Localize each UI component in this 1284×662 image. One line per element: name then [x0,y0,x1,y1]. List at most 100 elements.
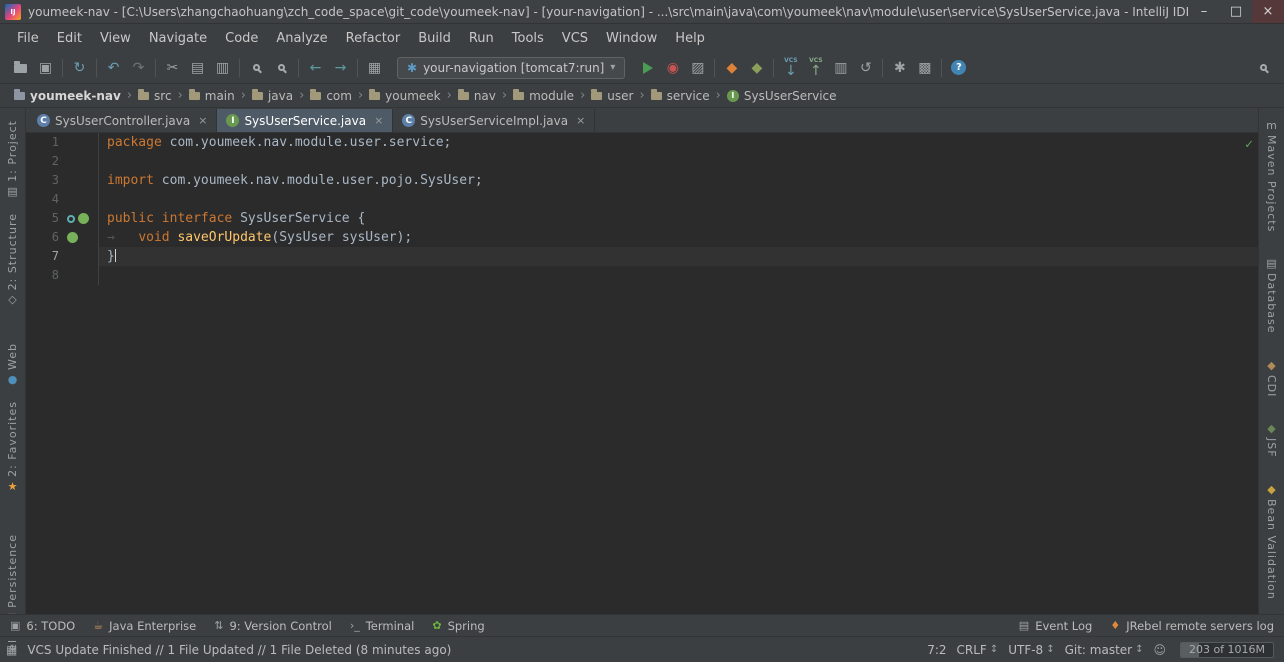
line-separator-widget[interactable]: CRLF↕ [953,643,1003,657]
implemented-method-marker-icon[interactable] [67,232,78,243]
window-title: youmeek-nav - [C:\Users\zhangchaohuang\z… [28,5,1188,19]
caret-position-widget[interactable]: 7:2 [923,643,950,657]
menu-item-analyze[interactable]: Analyze [267,27,336,50]
toolwindow-button-jrebel-remote-servers-log[interactable]: ♦JRebel remote servers log [1110,619,1274,633]
undo-icon[interactable]: ↶ [101,56,126,80]
breadcrumb-item-youmeek-nav[interactable]: youmeek-nav [10,88,125,104]
breadcrumb-item-com[interactable]: com [306,88,356,104]
menu-item-window[interactable]: Window [597,27,666,50]
text-caret [115,249,116,262]
toolwindow-button-java-enterprise[interactable]: ☕Java Enterprise [93,619,196,633]
paste-icon[interactable]: ▥ [210,56,235,80]
implemented-marker-icon[interactable] [67,215,75,223]
navigate-back-icon[interactable]: ← [303,56,328,80]
run-configuration-combo[interactable]: ✱ your-navigation [tomcat7:run] ▾ [397,57,625,79]
menu-item-help[interactable]: Help [666,27,714,50]
menu-item-run[interactable]: Run [460,27,503,50]
navigate-forward-icon[interactable]: → [328,56,353,80]
menu-item-edit[interactable]: Edit [48,27,91,50]
menu-item-view[interactable]: View [91,27,140,50]
memory-indicator[interactable]: 203 of 1016M [1180,642,1274,658]
tool-button-jsf[interactable]: ◆JSF [1265,415,1278,466]
toolwindow-button-9-version-control[interactable]: ⇅9: Version Control [214,619,332,633]
menu-item-navigate[interactable]: Navigate [140,27,216,50]
toolwindow-button-terminal[interactable]: ›_Terminal [350,619,415,633]
menu-item-build[interactable]: Build [409,27,460,50]
bean-marker-icon[interactable] [78,213,89,224]
breadcrumb-item-youmeek[interactable]: youmeek [365,88,444,104]
search-everywhere-icon[interactable] [1251,56,1276,80]
synchronize-icon[interactable]: ↻ [67,56,92,80]
run-with-coverage-icon[interactable]: ▨ [685,56,710,80]
menu-item-refactor[interactable]: Refactor [337,27,410,50]
tool-button-maven-projects[interactable]: mMaven Projects [1265,112,1278,240]
rollback-icon[interactable]: ↺ [853,56,878,80]
menu-item-code[interactable]: Code [216,27,267,50]
maximize-button[interactable]: □ [1220,0,1252,23]
folder-icon [369,92,380,100]
menu-item-file[interactable]: File [8,27,48,50]
toolwindow-button-6-todo[interactable]: ▣6: TODO [10,619,75,633]
recent-files-icon[interactable]: ▦ [362,56,387,80]
save-all-icon[interactable]: ▣ [33,56,58,80]
git-branch-widget[interactable]: Git: master↕ [1061,643,1148,657]
breadcrumb: youmeek-nav›src›main›java›com›youmeek›na… [0,84,1284,108]
breadcrumb-item-java[interactable]: java [248,88,297,104]
project-folder-icon [14,92,25,100]
code-line: 3import com.youmeek.nav.module.user.pojo… [26,171,1258,190]
update-project-icon[interactable]: VCS↓ [778,56,803,80]
tool-button-cdi[interactable]: ◆CDI [1265,352,1278,405]
tool-button-2-structure[interactable]: 2: Structure◇ [6,205,19,313]
cut-icon[interactable]: ✂ [160,56,185,80]
inspection-ok-icon[interactable]: ✓ [1245,137,1253,152]
redo-icon[interactable]: ↷ [126,56,151,80]
run-icon[interactable] [635,56,660,80]
close-tab-icon[interactable]: × [198,114,207,127]
folder-icon [651,92,662,100]
project-structure-icon[interactable]: ▩ [912,56,937,80]
todo-icon: ▣ [10,620,20,631]
close-button[interactable]: × [1252,0,1284,23]
editor-tab-sysusercontroller-java[interactable]: CSysUserController.java× [28,109,217,132]
editor-tab-sysuserserviceimpl-java[interactable]: CSysUserServiceImpl.java× [393,109,595,132]
editor-tab-sysuserservice-java[interactable]: ISysUserService.java× [217,109,393,132]
menu-item-tools[interactable]: Tools [503,27,553,50]
menu-item-vcs[interactable]: VCS [553,27,597,50]
breadcrumb-item-src[interactable]: src [134,88,176,104]
tool-button-database[interactable]: ▤Database [1265,250,1278,342]
jrebel-run-icon[interactable]: ◆ [719,56,744,80]
breadcrumb-item-service[interactable]: service [647,88,714,104]
minimize-button[interactable]: – [1188,0,1220,23]
breadcrumb-item-user[interactable]: user [587,88,637,104]
breadcrumb-item-nav[interactable]: nav [454,88,500,104]
encoding-widget[interactable]: UTF-8↕ [1004,643,1058,657]
status-message: VCS Update Finished // 1 File Updated //… [27,643,913,657]
toolwindow-button-event-log[interactable]: ▤Event Log [1019,619,1093,633]
tool-button-web[interactable]: Web● [6,335,19,393]
breadcrumb-item-main[interactable]: main [185,88,239,104]
bottom-bar-left: ▣6: TODO ☕Java Enterprise ⇅9: Version Cont… [10,619,485,633]
settings-icon[interactable]: ✱ [887,56,912,80]
jrebel-debug-icon[interactable]: ◆ [744,56,769,80]
show-changes-icon[interactable]: ▥ [828,56,853,80]
breadcrumb-item-sysuserservice[interactable]: ISysUserService [723,88,841,104]
copy-icon[interactable]: ▤ [185,56,210,80]
commit-changes-icon[interactable]: VCS↑ [803,56,828,80]
debug-icon[interactable]: ◉ [660,56,685,80]
chevron-right-icon: › [502,88,507,103]
tool-button-2-favorites[interactable]: 2: Favorites★ [6,393,19,500]
hector-inspector-icon[interactable]: ☺ [1149,643,1170,657]
tool-button-1-project[interactable]: 1: Project▤ [6,112,19,205]
find-icon[interactable] [244,56,269,80]
run-config-label: your-navigation [tomcat7:run] [423,61,604,75]
close-tab-icon[interactable]: × [374,114,383,127]
replace-icon[interactable] [269,56,294,80]
tool-button-bean-validation[interactable]: ◆Bean Validation [1265,476,1278,608]
folder-icon [252,92,263,100]
breadcrumb-item-module[interactable]: module [509,88,578,104]
close-tab-icon[interactable]: × [576,114,585,127]
help-icon[interactable]: ? [946,56,971,80]
code-editor[interactable]: 1package com.youmeek.nav.module.user.ser… [26,133,1258,614]
open-project-icon[interactable] [8,56,33,80]
toolwindow-button-spring[interactable]: ✿Spring [432,619,484,633]
